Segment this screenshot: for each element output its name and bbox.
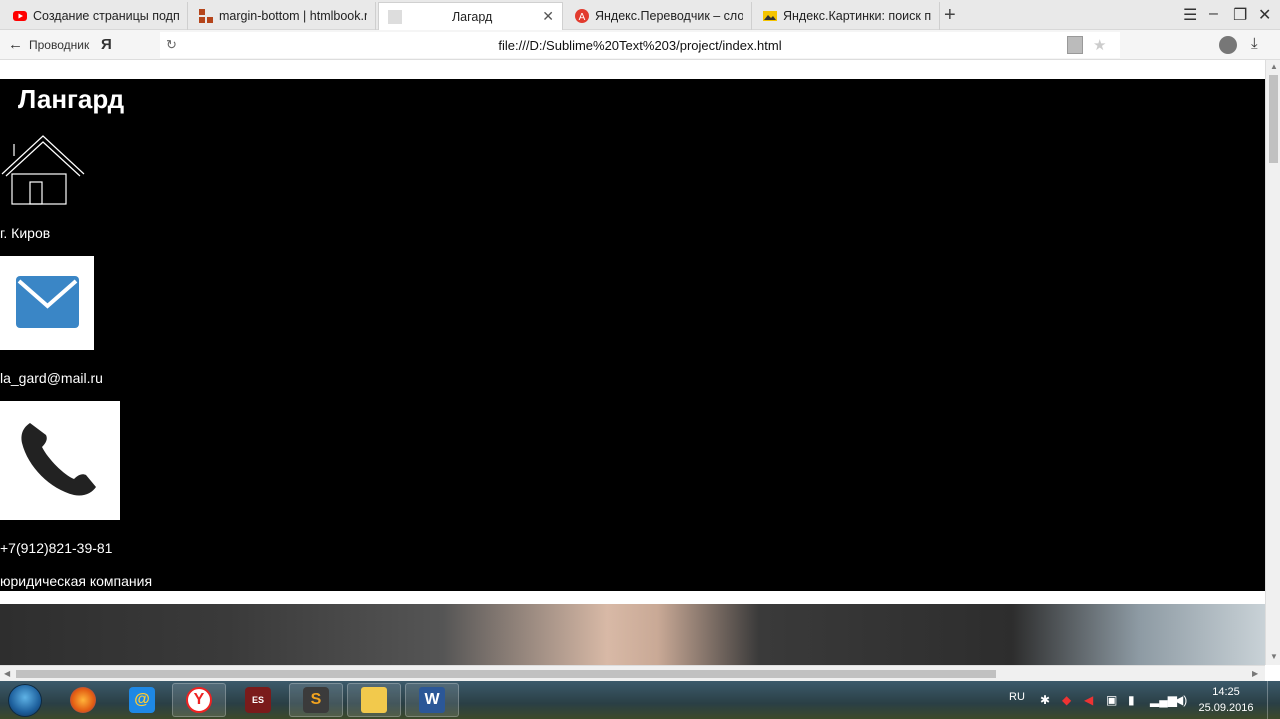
restore-icon[interactable]: ❐ — [1233, 5, 1247, 25]
antivirus-icon[interactable]: ◆ — [1062, 693, 1071, 707]
tab-label: Яндекс.Переводчик – слова — [595, 9, 743, 23]
yandex-browser-icon[interactable]: Y — [172, 683, 226, 717]
tab-images[interactable]: Яндекс.Картинки: поиск по — [754, 2, 940, 30]
vertical-scrollbar[interactable]: ▲ ▼ — [1265, 60, 1280, 665]
horizontal-scrollbar[interactable]: ◀ ▶ — [0, 665, 1265, 681]
page-viewport: Лангард г. Киров la_gard@mail.ru +7(912)… — [0, 60, 1265, 665]
tab-htmlbook[interactable]: margin-bottom | htmlbook.r — [190, 2, 376, 30]
company-text: юридическая компания — [0, 573, 153, 589]
file-explorer-icon[interactable] — [347, 683, 401, 717]
tab-translator[interactable]: A Яндекс.Переводчик – слова — [566, 2, 752, 30]
clock-time[interactable]: 14:25 — [1196, 686, 1256, 698]
svg-text:A: A — [579, 12, 586, 23]
tab-label: margin-bottom | htmlbook.r — [219, 9, 367, 23]
volume-icon[interactable]: ◀) — [1174, 693, 1187, 707]
tab-label: Создание страницы подпис — [33, 9, 179, 23]
scroll-down-icon[interactable]: ▼ — [1270, 652, 1278, 661]
tab-label: Яндекс.Картинки: поиск по — [783, 9, 931, 23]
menu-icon[interactable]: ☰ — [1183, 5, 1197, 25]
signal-icon[interactable]: ▂▄▆ — [1150, 693, 1177, 707]
vertical-scroll-thumb[interactable] — [1269, 75, 1278, 163]
game-icon[interactable]: ES — [231, 683, 285, 717]
firefox-icon[interactable] — [56, 683, 110, 717]
email-text: la_gard@mail.ru — [0, 370, 103, 386]
tab-youtube[interactable]: Создание страницы подпис — [4, 2, 188, 30]
phone-icon — [21, 423, 97, 496]
translator-icon: A — [575, 9, 589, 23]
house-icon — [1, 135, 85, 205]
warning-icon[interactable]: ◀ — [1084, 693, 1093, 707]
address-bar: ← Проводник Я ↻ file:///D:/Sublime%20Tex… — [0, 30, 1280, 60]
scroll-up-icon[interactable]: ▲ — [1270, 62, 1278, 71]
hero-photo — [0, 604, 1265, 665]
mail-ru-agent-icon[interactable]: @ — [115, 683, 169, 717]
network-device-icon[interactable]: ▣ — [1106, 693, 1117, 707]
scroll-left-icon[interactable]: ◀ — [4, 669, 10, 678]
page-title: Лангард — [18, 84, 125, 114]
horizontal-scroll-thumb[interactable] — [16, 670, 996, 678]
show-desktop-button[interactable] — [1267, 681, 1280, 719]
page-icon[interactable] — [1067, 36, 1083, 54]
header-block: Лангард г. Киров la_gard@mail.ru +7(912)… — [0, 79, 1265, 591]
battery-icon[interactable]: ▮ — [1128, 693, 1135, 707]
tab-label: Лагард — [451, 9, 493, 24]
youtube-icon — [13, 11, 27, 21]
close-tab-icon[interactable]: ✕ — [542, 8, 554, 25]
url-text[interactable]: file:///D:/Sublime%20Text%203/project/in… — [0, 38, 1280, 53]
extension-icon[interactable] — [1219, 36, 1237, 54]
bluetooth-icon[interactable]: ✱ — [1040, 693, 1050, 707]
city-text: г. Киров — [0, 225, 51, 241]
envelope-icon — [16, 276, 79, 328]
bookmark-star-icon[interactable]: ★ — [1093, 36, 1106, 54]
tab-bar: Создание страницы подпис margin-bottom |… — [0, 0, 1280, 30]
scroll-right-icon[interactable]: ▶ — [1252, 669, 1258, 678]
word-icon[interactable]: W — [405, 683, 459, 717]
phone-icon-box — [0, 401, 120, 520]
tab-langard[interactable]: Лагард ✕ — [378, 2, 563, 30]
new-tab-button[interactable]: + — [944, 4, 956, 27]
taskbar: @ Y ES S W RU ✱ ◆ ◀ ▣ ▮ ▂▄▆ ◀) 14:25 25.… — [0, 681, 1280, 719]
close-window-icon[interactable]: ✕ — [1258, 5, 1271, 25]
mail-icon-box — [0, 256, 94, 350]
phone-text: +7(912)821-39-81 — [0, 540, 113, 556]
minimize-icon[interactable]: – — [1209, 5, 1218, 23]
clock-date[interactable]: 25.09.2016 — [1196, 702, 1256, 714]
start-button[interactable] — [8, 684, 42, 717]
language-indicator[interactable]: RU — [1009, 691, 1025, 703]
htmlbook-icon — [199, 9, 213, 23]
blank-page-icon — [388, 9, 402, 24]
sublime-text-icon[interactable]: S — [289, 683, 343, 717]
download-icon[interactable]: ⤓ — [1251, 35, 1258, 52]
images-icon — [763, 11, 777, 21]
